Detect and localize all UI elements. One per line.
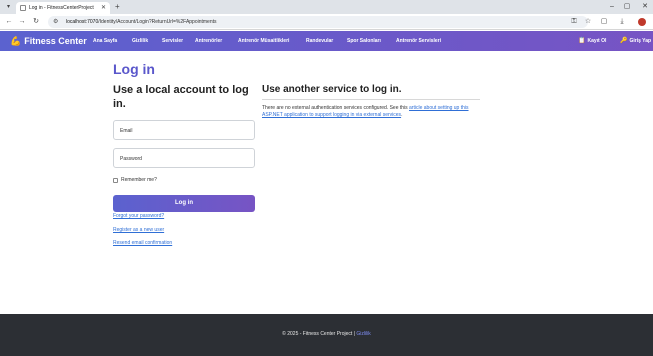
- brand-link[interactable]: 💪 Fitness Center: [10, 35, 87, 47]
- bookmark-star-icon[interactable]: ☆: [582, 16, 594, 28]
- browser-toolbar: ← → ↻ ⚙ localhost:7070/Identity/Account/…: [0, 14, 653, 30]
- profile-avatar-icon[interactable]: [638, 18, 646, 26]
- email-field-label: Email: [120, 128, 133, 134]
- nav-link-trainers[interactable]: Antrenörler: [195, 37, 222, 45]
- reload-icon[interactable]: ↻: [31, 16, 41, 28]
- password-field-label: Password: [120, 156, 142, 162]
- forward-icon[interactable]: →: [17, 16, 27, 28]
- new-tab-icon[interactable]: +: [115, 2, 120, 12]
- nav-link-appointments[interactable]: Randevular: [306, 37, 333, 45]
- back-icon[interactable]: ←: [4, 16, 14, 28]
- nav-login[interactable]: 🔑 Giriş Yap: [620, 37, 651, 45]
- extensions-icon[interactable]: ▢: [598, 16, 610, 28]
- url-text[interactable]: localhost:7070/Identity/Account/Login?Re…: [66, 17, 217, 27]
- external-text-end: .: [401, 112, 403, 118]
- key-icon: 🔑: [620, 38, 628, 44]
- nav-link-trainer-availability[interactable]: Antrenör Müsaitlikleri: [238, 37, 289, 45]
- url-path: /Identity/Account/Login?ReturnUrl=%2FApp…: [98, 19, 217, 25]
- browser-tab[interactable]: Log in - FitnessCenterProject ✕: [16, 2, 110, 14]
- page-title: Log in: [113, 61, 155, 77]
- footer-copyright: © 2025 - Fitness Center Project |: [282, 331, 357, 337]
- tab-close-icon[interactable]: ✕: [101, 4, 106, 12]
- passkey-icon[interactable]: ⚿: [568, 16, 580, 28]
- window-close-icon[interactable]: ✕: [638, 1, 652, 13]
- tab-search-icon[interactable]: ▾: [4, 3, 13, 11]
- remember-me-label: Remember me?: [121, 177, 157, 183]
- remember-me-checkbox[interactable]: [113, 177, 118, 183]
- site-footer: © 2025 - Fitness Center Project | Gizlil…: [0, 314, 653, 356]
- url-host: localhost:7070: [66, 19, 99, 25]
- external-login-heading: Use another service to log in.: [262, 84, 402, 95]
- nav-register[interactable]: 📋 Kayıt Ol: [578, 37, 606, 45]
- divider: [262, 99, 480, 100]
- register-link[interactable]: Register as a new user: [113, 226, 164, 234]
- email-field[interactable]: Email: [113, 120, 255, 140]
- external-text: There are no external authentication ser…: [262, 105, 410, 111]
- nav-register-label: Kayıt Ol: [587, 38, 607, 44]
- nav-link-services[interactable]: Servisler: [162, 37, 183, 45]
- resend-confirmation-link[interactable]: Resend email confirmation: [113, 239, 172, 247]
- address-bar[interactable]: ⚙ localhost:7070/Identity/Account/Login?…: [48, 16, 588, 28]
- restore-icon[interactable]: ▢: [620, 1, 634, 13]
- site-info-icon[interactable]: ⚙: [53, 17, 58, 27]
- browser-tabstrip: ▾ Log in - FitnessCenterProject ✕ + – ▢ …: [0, 0, 653, 14]
- nav-login-label: Giriş Yap: [629, 38, 652, 44]
- nav-link-home[interactable]: Ana Sayfa: [93, 37, 117, 45]
- dumbbell-icon: 💪: [10, 36, 22, 46]
- external-login-text: There are no external authentication ser…: [262, 105, 487, 119]
- tab-title: Log in - FitnessCenterProject: [29, 5, 94, 11]
- download-icon[interactable]: ⤓: [616, 16, 628, 28]
- footer-text: © 2025 - Fitness Center Project | Gizlil…: [0, 330, 653, 338]
- remember-me[interactable]: Remember me?: [113, 176, 157, 184]
- clipboard-icon: 📋: [578, 38, 586, 44]
- brand-name: Fitness Center: [24, 36, 87, 46]
- site-navbar: 💪 Fitness Center Ana Sayfa Gizlilik Serv…: [0, 31, 653, 51]
- login-button[interactable]: Log in: [113, 195, 255, 212]
- nav-link-trainer-services[interactable]: Antrenör Servisleri: [396, 37, 441, 45]
- footer-privacy-link[interactable]: Gizlilik: [356, 331, 370, 337]
- local-account-heading: Use a local account to log in.: [113, 84, 249, 110]
- forgot-password-link[interactable]: Forgot your password?: [113, 212, 164, 220]
- nav-link-gyms[interactable]: Spor Salonları: [347, 37, 381, 45]
- tab-favicon-icon: [20, 5, 26, 11]
- password-field[interactable]: Password: [113, 148, 255, 168]
- nav-link-privacy[interactable]: Gizlilik: [132, 37, 148, 45]
- minimize-icon[interactable]: –: [605, 1, 619, 13]
